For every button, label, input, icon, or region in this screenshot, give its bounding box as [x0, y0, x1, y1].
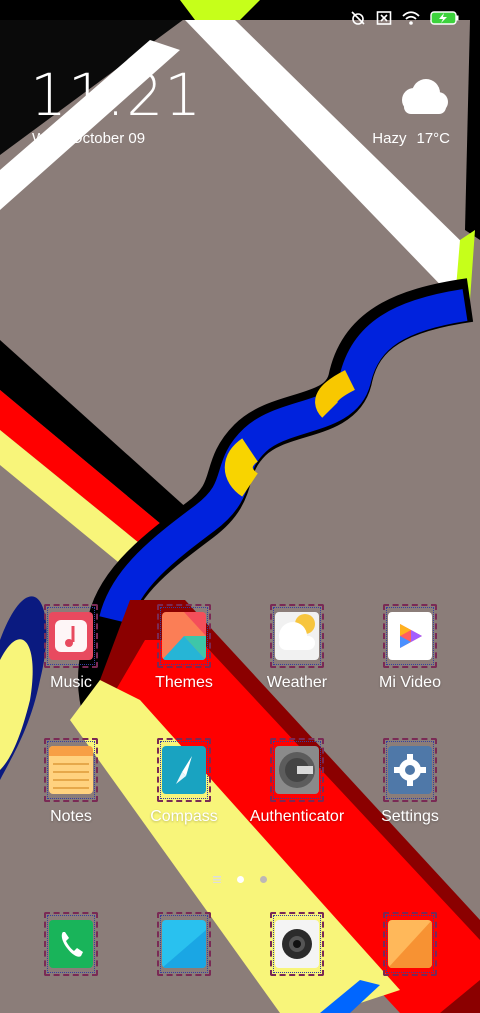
app-label: Weather: [266, 674, 328, 691]
app-label: Themes: [155, 674, 213, 691]
app-notes[interactable]: Notes: [15, 738, 127, 826]
app-mi-video[interactable]: Mi Video: [354, 604, 466, 692]
app-label: Notes: [50, 808, 92, 825]
cloud-icon: [394, 76, 450, 121]
app-weather[interactable]: Weather: [241, 604, 353, 692]
wifi-icon: [402, 10, 420, 31]
app-compass[interactable]: Compass: [128, 738, 240, 826]
wallpaper: [0, 0, 480, 1013]
app-label: Settings: [381, 808, 439, 825]
dock-gallery[interactable]: [354, 912, 466, 976]
app-authenticator[interactable]: Authenticator: [241, 738, 353, 826]
weather-widget[interactable]: Hazy 17°C: [372, 130, 450, 147]
weather-condition: Hazy: [372, 130, 407, 147]
app-themes[interactable]: Themes: [128, 604, 240, 692]
page-list-icon[interactable]: [212, 870, 221, 888]
app-label: Compass: [150, 808, 218, 825]
app-label: Mi Video: [379, 674, 441, 691]
alarm-off-icon: [350, 10, 366, 31]
lockscreen-date: Wed, October 09: [32, 130, 146, 147]
page-dot-active[interactable]: [237, 870, 244, 888]
app-music[interactable]: Music: [15, 604, 127, 692]
dock-camera[interactable]: [241, 912, 353, 976]
status-bar: [0, 0, 480, 40]
app-label: Authenticator: [249, 808, 345, 825]
page-indicator[interactable]: [0, 870, 480, 888]
lockscreen-clock: 11:21: [30, 61, 203, 129]
app-label: Music: [50, 674, 92, 691]
app-settings[interactable]: Settings: [354, 738, 466, 826]
dock-phone[interactable]: [15, 912, 127, 976]
temperature: 17°C: [416, 130, 450, 147]
battery-charging-icon: [430, 10, 460, 31]
dock-messages[interactable]: [128, 912, 240, 976]
sim-x-icon: [376, 10, 392, 31]
page-dot[interactable]: [260, 870, 268, 888]
